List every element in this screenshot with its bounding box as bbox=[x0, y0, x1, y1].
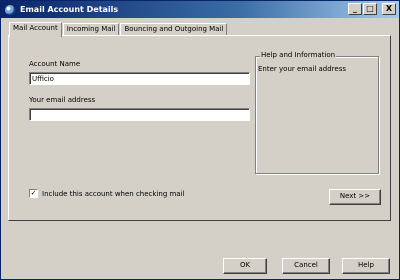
include-account-row: ✓ Include this account when checking mai… bbox=[29, 189, 185, 198]
tab-mail-account[interactable]: Mail Account bbox=[9, 22, 62, 37]
maximize-button[interactable]: □ bbox=[363, 3, 377, 15]
ok-button[interactable]: OK bbox=[223, 258, 267, 274]
account-name-label: Account Name bbox=[29, 60, 81, 68]
help-info-legend: Help and Information bbox=[260, 51, 337, 59]
minimize-button[interactable]: _ bbox=[348, 3, 362, 15]
tab-strip: Mail Account Incoming Mail Bouncing and … bbox=[9, 22, 228, 37]
account-name-input[interactable] bbox=[29, 72, 250, 85]
help-button[interactable]: Help bbox=[342, 258, 390, 274]
close-button[interactable]: X bbox=[382, 3, 396, 15]
include-account-checkbox[interactable]: ✓ bbox=[29, 189, 38, 198]
help-info-groupbox: Help and Information Enter your email ad… bbox=[255, 51, 379, 174]
globe-app-icon bbox=[4, 3, 16, 16]
dialog-window: Email Account Details _ □ X Mail Account… bbox=[0, 0, 400, 280]
title-bar[interactable]: Email Account Details _ □ X bbox=[1, 1, 399, 18]
next-button[interactable]: Next >> bbox=[329, 189, 381, 205]
help-info-text: Enter your email address bbox=[258, 65, 347, 73]
include-account-label[interactable]: Include this account when checking mail bbox=[42, 190, 185, 198]
email-address-input[interactable] bbox=[29, 108, 250, 121]
email-address-label: Your email address bbox=[29, 96, 96, 104]
mail-account-panel: Account Name Your email address Help and… bbox=[8, 35, 391, 221]
cancel-button[interactable]: Cancel bbox=[282, 258, 330, 274]
window-title: Email Account Details bbox=[20, 5, 119, 14]
